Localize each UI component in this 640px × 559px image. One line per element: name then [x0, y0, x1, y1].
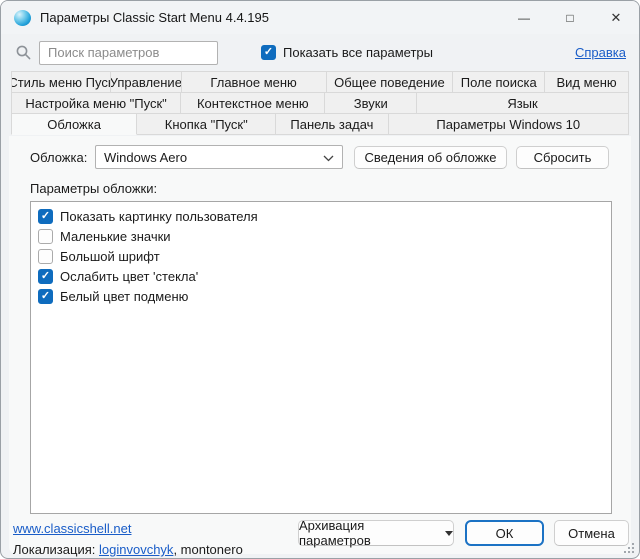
tab-menu-look[interactable]: Вид меню [544, 71, 629, 93]
footer-links: www.classicshell.net Локализация: loginv… [13, 520, 243, 557]
ok-button[interactable]: ОК [465, 520, 544, 546]
maximize-button[interactable]: □ [547, 1, 593, 34]
app-shell-icon [14, 10, 31, 26]
tab-context-menu[interactable]: Контекстное меню [180, 92, 325, 114]
settings-window: Параметры Classic Start Menu 4.4.195 — □… [0, 0, 640, 559]
list-item-label: Маленькие значки [60, 229, 171, 244]
tab-search-box[interactable]: Поле поиска [452, 71, 545, 93]
tab-main-menu[interactable]: Главное меню [181, 71, 327, 93]
tab-start-menu-style[interactable]: Стиль меню Пуск [11, 71, 111, 93]
classicshell-site-link[interactable]: www.classicshell.net [13, 521, 132, 536]
checkbox[interactable] [38, 229, 53, 244]
list-item-label: Белый цвет подменю [60, 289, 188, 304]
backup-parameters-button[interactable]: Архивация параметров [298, 520, 454, 546]
tab-windows10-settings[interactable]: Параметры Windows 10 [388, 113, 629, 135]
tab-general-behavior[interactable]: Общее поведение [326, 71, 454, 93]
tab-customize-start-menu[interactable]: Настройка меню "Пуск" [11, 92, 181, 114]
list-item-label: Показать картинку пользователя [60, 209, 258, 224]
list-item-label: Большой шрифт [60, 249, 160, 264]
window-title: Параметры Classic Start Menu 4.4.195 [40, 10, 269, 25]
skin-details-button[interactable]: Сведения об обложке [354, 146, 507, 169]
minimize-button[interactable]: — [501, 1, 547, 34]
tab-skin[interactable]: Обложка [11, 113, 137, 135]
skin-reset-button[interactable]: Сбросить [516, 146, 609, 169]
close-icon: ✕ [611, 10, 622, 26]
search-row: Показать все параметры Справка [15, 40, 626, 65]
tab-taskbar[interactable]: Панель задач [275, 113, 388, 135]
footer-buttons: Архивация параметров ОК Отмена [298, 520, 629, 557]
list-item-reduce-glass-color[interactable]: Ослабить цвет 'стекла' [31, 266, 611, 286]
window-controls: — □ ✕ [501, 1, 639, 34]
skin-options-label: Параметры обложки: [30, 181, 631, 196]
skin-tab-panel: Обложка: Windows Aero Сведения об обложк… [9, 136, 631, 554]
tab-row-3: Обложка Кнопка "Пуск" Панель задач Парам… [11, 113, 629, 135]
skin-select-value: Windows Aero [104, 150, 323, 165]
resize-grip[interactable] [624, 543, 635, 554]
search-icon [15, 44, 32, 61]
localization-author-link[interactable]: loginvovchyk [99, 542, 173, 557]
footer: www.classicshell.net Локализация: loginv… [13, 520, 629, 557]
minimize-icon: — [518, 11, 530, 25]
maximize-icon: □ [566, 11, 573, 25]
show-all-checkbox[interactable] [261, 45, 276, 60]
checkbox[interactable] [38, 249, 53, 264]
checkbox[interactable] [38, 289, 53, 304]
localization-suffix: , montonero [173, 542, 242, 557]
skin-select[interactable]: Windows Aero [95, 145, 343, 169]
tab-language[interactable]: Язык [416, 92, 629, 114]
show-all-parameters: Показать все параметры [261, 45, 433, 60]
cancel-button[interactable]: Отмена [554, 520, 629, 546]
show-all-label: Показать все параметры [283, 45, 433, 60]
list-item-large-font[interactable]: Большой шрифт [31, 246, 611, 266]
skin-options-list[interactable]: Показать картинку пользователя Маленькие… [30, 201, 612, 514]
tab-sounds[interactable]: Звуки [324, 92, 417, 114]
list-item-white-submenu-color[interactable]: Белый цвет подменю [31, 286, 611, 306]
search-input[interactable] [39, 41, 218, 65]
localization-label: Локализация: [13, 542, 95, 557]
tab-controls[interactable]: Управление [110, 71, 182, 93]
help-link[interactable]: Справка [575, 45, 626, 60]
tab-start-button[interactable]: Кнопка "Пуск" [136, 113, 276, 135]
skin-label: Обложка: [30, 150, 95, 165]
checkbox[interactable] [38, 209, 53, 224]
list-item-small-icons[interactable]: Маленькие значки [31, 226, 611, 246]
list-item-label: Ослабить цвет 'стекла' [60, 269, 198, 284]
chevron-down-icon [323, 150, 334, 165]
list-item-show-user-picture[interactable]: Показать картинку пользователя [31, 206, 611, 226]
tab-strip: Стиль меню Пуск Управление Главное меню … [11, 71, 629, 135]
dropdown-arrow-icon [445, 531, 453, 536]
skin-selector-row: Обложка: Windows Aero Сведения об обложк… [9, 136, 631, 169]
tab-row-2: Настройка меню "Пуск" Контекстное меню З… [11, 92, 629, 114]
title-bar: Параметры Classic Start Menu 4.4.195 — □… [1, 1, 639, 34]
checkbox[interactable] [38, 269, 53, 284]
backup-parameters-label: Архивация параметров [299, 518, 437, 548]
tab-row-1: Стиль меню Пуск Управление Главное меню … [11, 71, 629, 93]
close-button[interactable]: ✕ [593, 1, 639, 34]
